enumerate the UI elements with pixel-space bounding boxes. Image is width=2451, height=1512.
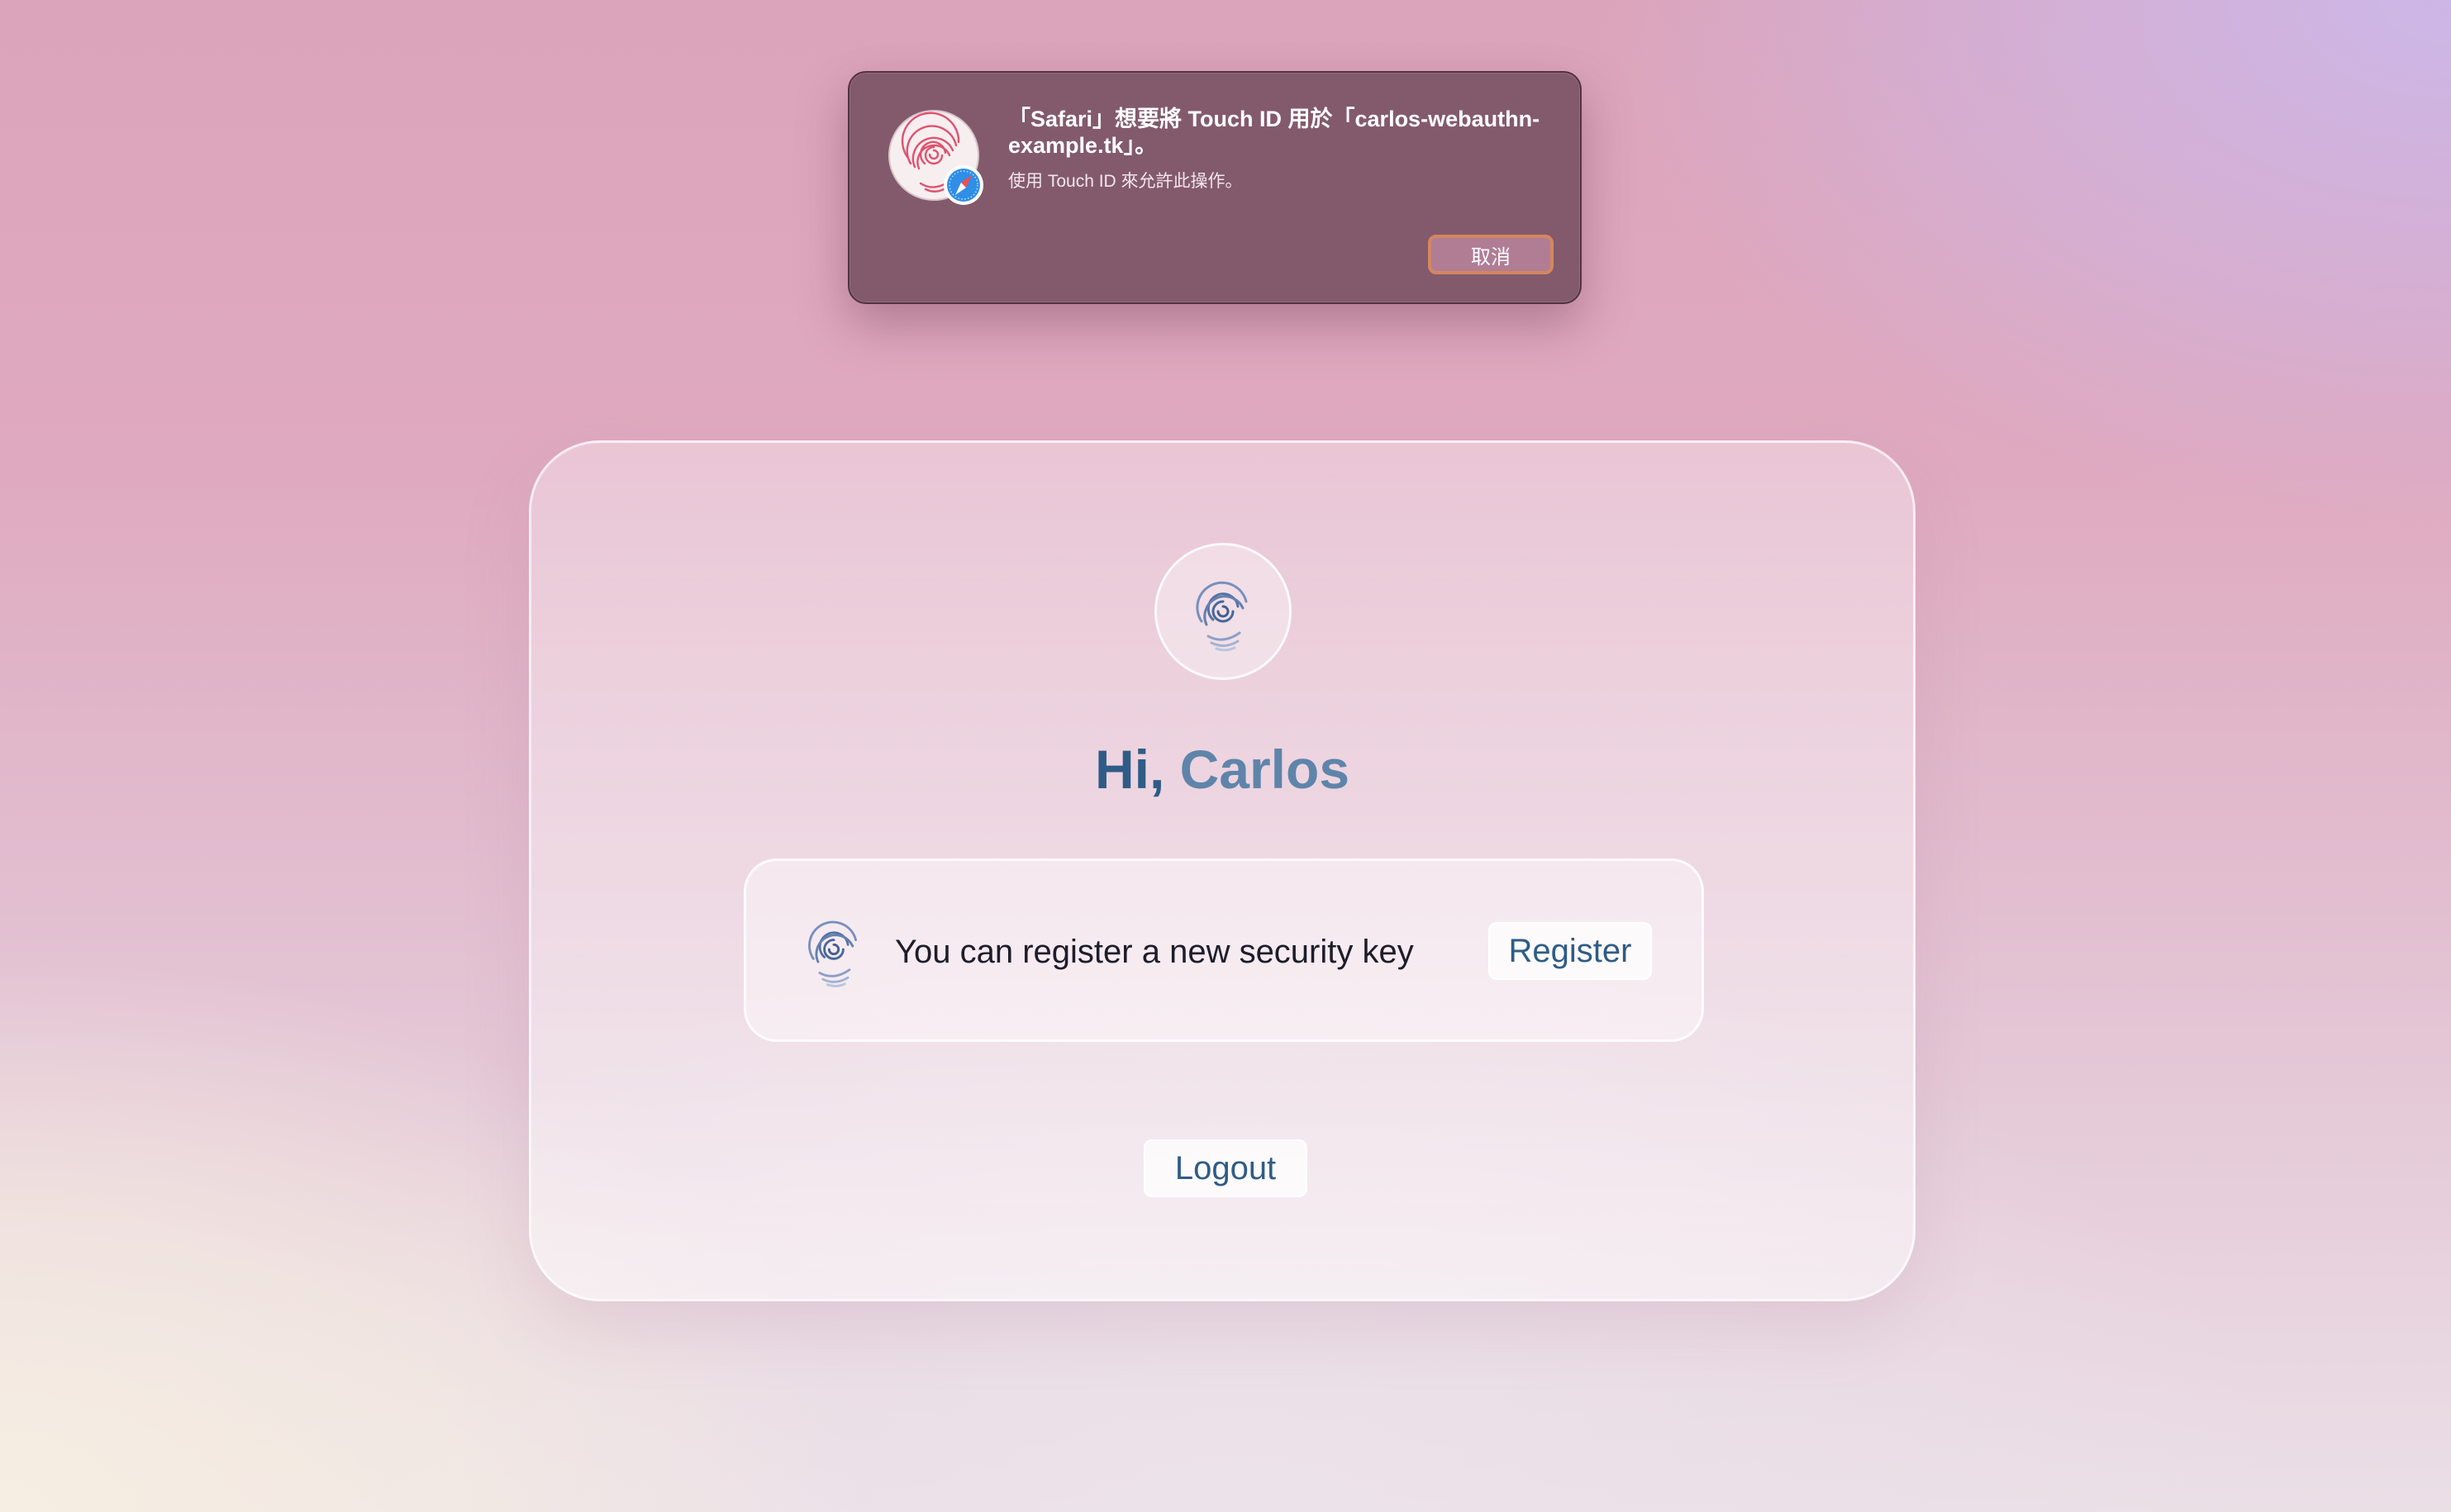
fingerprint-icon <box>1196 581 1248 652</box>
register-button[interactable]: Register <box>1488 922 1652 980</box>
greeting-heading: Hi, Carlos <box>531 742 1913 796</box>
greeting-name: Carlos <box>1179 739 1350 800</box>
greeting-prefix: Hi, <box>1094 739 1165 800</box>
security-key-panel: You can register a new security key Regi… <box>744 858 1704 1042</box>
cancel-button[interactable]: 取消 <box>1428 235 1554 274</box>
alert-subtitle: 使用 Touch ID 來允許此操作。 <box>1008 172 1243 191</box>
alert-title: 「Safari」想要將 Touch ID 用於「carlos-webauthn-… <box>1008 107 1540 158</box>
security-key-text: You can register a new security key <box>895 934 1414 970</box>
safari-compass-icon <box>944 165 983 205</box>
fingerprint-icon <box>808 920 858 987</box>
welcome-card: Hi, Carlos You can register a new securi… <box>529 440 1916 1301</box>
avatar <box>1154 543 1292 680</box>
touch-id-alert: 「Safari」想要將 Touch ID 用於「carlos-webauthn-… <box>848 71 1582 304</box>
logout-button[interactable]: Logout <box>1144 1139 1307 1197</box>
touch-id-fingerprint-icon <box>888 110 983 205</box>
